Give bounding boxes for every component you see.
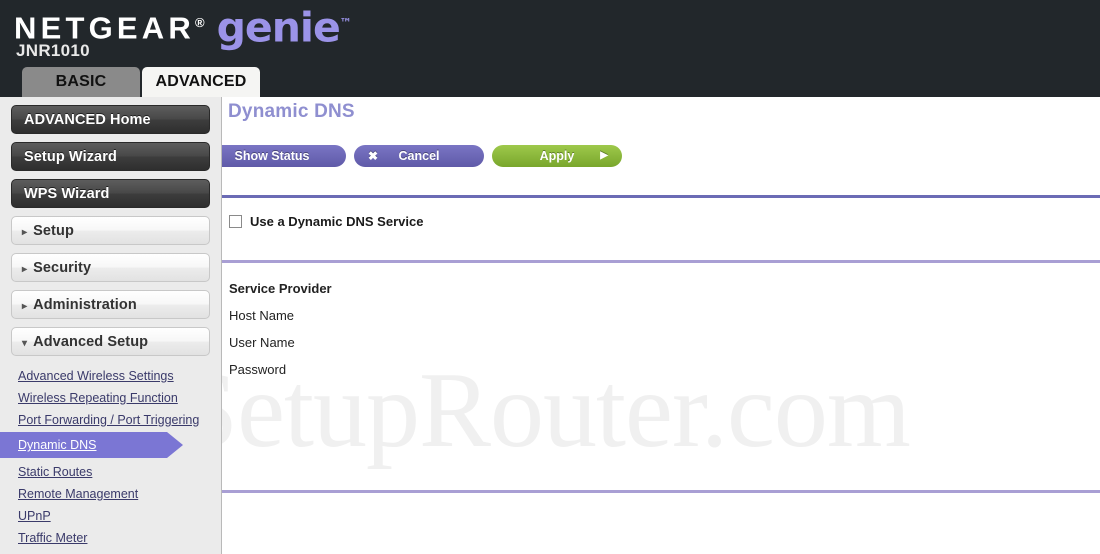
genie-router-admin-page: NETGEAR® genie™ JNR1010 BASIC ADVANCED A… [0,0,1100,554]
sidebar-item-setup-wizard[interactable]: Setup Wizard [11,142,210,171]
registered-mark-icon: ® [194,15,205,30]
sidebar-item-wps-wizard[interactable]: WPS Wizard [11,179,210,208]
app-header: NETGEAR® genie™ JNR1010 BASIC ADVANCED [0,0,1100,97]
field-label-user-name: User Name [229,335,295,350]
submenu-item-advanced-wireless-settings[interactable]: Advanced Wireless Settings [0,366,221,386]
sidebar-nav: ADVANCED Home Setup Wizard WPS Wizard ▸ S… [0,97,222,554]
divider-bottom [222,490,1100,493]
submenu-item-dynamic-dns[interactable]: Dynamic DNS [0,432,183,458]
main-content: SetupRouter.com Dynamic DNS Show Status … [222,97,1100,554]
sidebar-item-label: Administration [33,297,137,313]
field-label-host-name: Host Name [229,308,295,323]
field-label-password: Password [229,362,287,377]
sidebar-item-label: ADVANCED Home [24,112,151,128]
cancel-button-label: Cancel [398,149,440,163]
sidebar-item-label: Advanced Setup [33,334,149,350]
tab-advanced[interactable]: ADVANCED [142,67,260,97]
action-button-bar: Show Status ✖ Cancel Apply ▶ [222,145,1076,167]
submenu-item-static-routes[interactable]: Static Routes [0,462,221,482]
chevron-right-icon: ▸ [22,227,28,238]
close-icon: ✖ [368,149,379,163]
use-dynamic-dns-row[interactable]: Use a Dynamic DNS Service [229,214,1100,229]
submenu-item-remote-management[interactable]: Remote Management [0,484,221,504]
play-arrow-icon: ▶ [600,150,608,161]
use-dynamic-dns-label: Use a Dynamic DNS Service [250,214,424,229]
submenu-item-upnp[interactable]: UPnP [0,506,221,526]
cancel-button[interactable]: ✖ Cancel [354,145,484,167]
field-label-service-provider: Service Provider [229,281,332,296]
page-title: Dynamic DNS [228,101,355,122]
submenu-item-wireless-repeating-function[interactable]: Wireless Repeating Function [0,388,221,408]
router-model-label: JNR1010 [16,41,90,60]
sidebar-item-label: Setup Wizard [24,149,117,165]
sidebar-item-advanced-home[interactable]: ADVANCED Home [11,105,210,134]
tab-basic[interactable]: BASIC [22,67,140,97]
show-status-button-label: Show Status [234,149,310,163]
sidebar-item-advanced-setup[interactable]: ▾ Advanced Setup [11,327,210,356]
sidebar-item-label: Security [33,260,92,276]
sidebar-item-administration[interactable]: ▸ Administration [11,290,210,319]
use-dynamic-dns-checkbox[interactable] [229,215,242,228]
trademark-mark-icon: ™ [339,16,352,30]
apply-button[interactable]: Apply ▶ [492,145,622,167]
apply-button-label: Apply [539,149,575,163]
sidebar-item-label: Setup [33,223,74,239]
submenu-item-port-forwarding-triggering[interactable]: Port Forwarding / Port Triggering [0,410,221,430]
sidebar-item-setup[interactable]: ▸ Setup [11,216,210,245]
chevron-down-icon: ▾ [22,338,28,349]
chevron-right-icon: ▸ [22,301,28,312]
divider-middle [222,260,1100,263]
sidebar-item-label: WPS Wizard [24,186,110,202]
show-status-button[interactable]: Show Status [222,145,346,167]
submenu-item-traffic-meter[interactable]: Traffic Meter [0,528,221,548]
sidebar-item-security[interactable]: ▸ Security [11,253,210,282]
dynamic-dns-form: Service Provider Host Name User Name Pas… [229,275,1100,383]
advanced-setup-submenu: Advanced Wireless Settings Wireless Repe… [0,364,221,548]
main-tabs: BASIC ADVANCED [22,67,260,97]
genie-wordmark: genie™ [216,3,352,52]
chevron-right-icon: ▸ [22,264,28,275]
divider-top [222,195,1100,198]
